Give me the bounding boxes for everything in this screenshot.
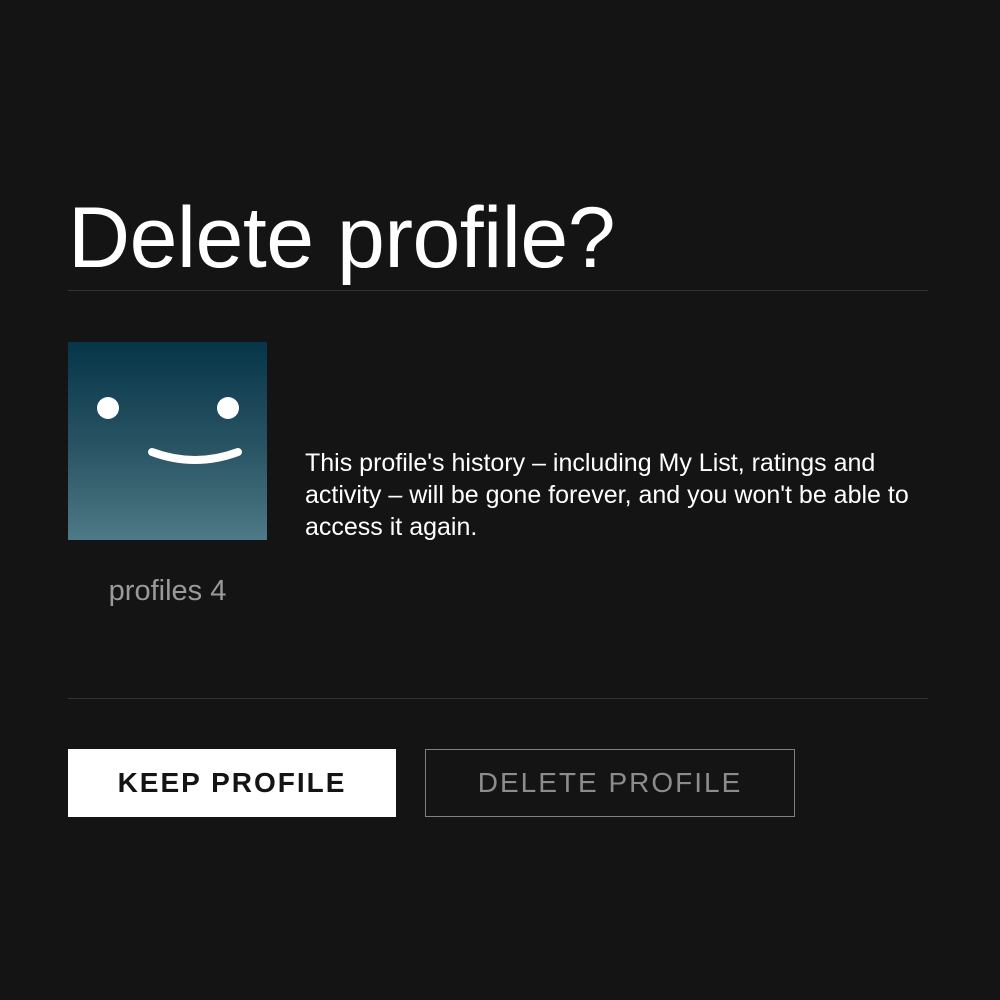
smiley-face-icon xyxy=(97,397,242,464)
left-eye xyxy=(97,397,119,419)
keep-profile-button[interactable]: KEEP PROFILE xyxy=(68,749,396,817)
profile-avatar xyxy=(68,342,267,540)
right-eye xyxy=(217,397,239,419)
bottom-divider xyxy=(68,698,928,699)
deletion-warning-text: This profile's history – including My Li… xyxy=(305,449,909,541)
top-divider xyxy=(68,290,928,291)
delete-profile-page: Delete profile? profiles 4 This profile'… xyxy=(0,0,1000,1000)
profile-name: profiles 4 xyxy=(108,575,227,607)
page-title: Delete profile? xyxy=(68,190,616,286)
delete-profile-button[interactable]: DELETE PROFILE xyxy=(425,749,795,817)
smile-mouth xyxy=(148,448,242,464)
